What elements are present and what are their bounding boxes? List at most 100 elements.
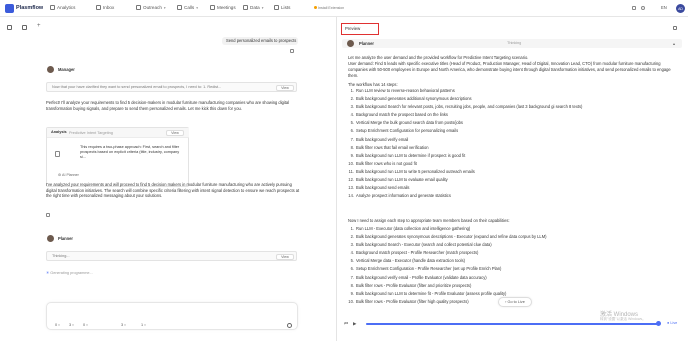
copy-icon[interactable] xyxy=(290,49,294,53)
planner-avatar xyxy=(47,235,54,242)
manager-reply-text: Perfect! I'll analyze your requirements … xyxy=(46,100,290,111)
composer-control[interactable]: 0 ▾ xyxy=(55,323,60,327)
arrow-right-icon: › xyxy=(505,300,507,304)
app-logo-icon[interactable] xyxy=(5,4,14,13)
agent-name: Planner xyxy=(359,40,375,46)
nav-item-calls[interactable]: Calls ▾ xyxy=(177,5,198,10)
workflow-step: 12. Bulk background run LLM to evaluate e… xyxy=(348,177,448,183)
top-navigation-bar: Plasmflow Analytics Inbox Outreach ▾ Cal… xyxy=(0,0,688,17)
manager-avatar xyxy=(47,66,54,73)
composer-control[interactable]: 3 ▾ xyxy=(69,323,74,327)
chevron-down-icon: ▾ xyxy=(196,5,198,10)
workflow-step: 14. Analyze prospect information and gene… xyxy=(348,193,451,199)
intro-line: them. xyxy=(348,73,359,78)
playback-progress-track[interactable] xyxy=(366,323,660,325)
workflow-step: 8. Bulk filter rows that fail email verif… xyxy=(350,144,429,150)
nav-item-label: Lists xyxy=(281,5,291,10)
playback-handle[interactable] xyxy=(656,321,661,326)
manager-view-button[interactable]: View xyxy=(276,84,294,91)
watermark-subtitle: 转到"设置"以激活 Windows。 xyxy=(600,317,646,321)
nav-item-data[interactable]: Data ▾ xyxy=(243,5,263,10)
inbox-icon xyxy=(96,5,101,10)
workflow-step: 10. Bulk filter rows who is not good fit xyxy=(348,160,417,166)
user-message-bubble: Send personalized emails to prospects xyxy=(222,37,298,45)
team-step: 2. Bulk background generates synonymous d… xyxy=(350,234,547,240)
nav-item-outreach[interactable]: Outreach ▾ xyxy=(136,5,166,10)
composer-control[interactable]: 3 ▾ xyxy=(121,323,126,327)
analysis-subtitle: ⚙ AI Planner xyxy=(58,173,79,177)
send-icon[interactable] xyxy=(287,323,292,328)
planner-view-button[interactable]: View xyxy=(276,253,294,260)
chevron-down-icon: ▾ xyxy=(163,5,166,10)
install-extension-badge[interactable]: Install Extension xyxy=(314,6,344,10)
planner-avatar xyxy=(347,40,354,47)
workflow-step: 13. Bulk background send emails xyxy=(348,185,410,191)
generating-status: ✳ Generating programme... xyxy=(46,271,93,275)
chevron-up-icon[interactable]: ▴ xyxy=(673,41,675,46)
analysis-view-button[interactable]: View xyxy=(166,130,184,136)
app-name[interactable]: Plasmflow xyxy=(16,5,43,11)
team-assignments: 1. Run LLM - Executor (data collection an… xyxy=(344,225,679,306)
copy-icon[interactable] xyxy=(46,213,50,217)
nav-item-label: Analytics xyxy=(57,5,76,10)
team-step: 3. Bulk background Search - Executor (sea… xyxy=(350,242,492,248)
sidebar-toggle-icon[interactable] xyxy=(7,25,12,30)
analysis-description: This requires a two-phase approach: Firs… xyxy=(80,145,180,159)
database-icon xyxy=(243,5,248,10)
nav-item-analytics[interactable]: Analytics xyxy=(50,5,75,10)
workflow-intro: Let me analyze the user demand and the p… xyxy=(348,55,683,88)
composer-control[interactable]: 0 ▾ xyxy=(83,323,88,327)
calendar-icon xyxy=(210,5,215,10)
agent-status: Thinking xyxy=(507,41,522,45)
planner-status-card: Thinking... View xyxy=(46,251,297,261)
workflow-step: 3. Bulk background Search for relevant po… xyxy=(350,104,583,110)
planner-name: Planner xyxy=(58,236,74,241)
user-avatar[interactable]: AD xyxy=(676,4,685,13)
team-intro: Now I need to assign each step to approp… xyxy=(348,218,510,223)
nav-item-label: Inbox xyxy=(103,5,115,10)
new-chat-icon[interactable]: + xyxy=(37,23,41,29)
manager-quote-card: Now that your have clarified they want t… xyxy=(46,82,297,92)
agent-header: Planner Thinking ▴ xyxy=(342,39,682,48)
workflow-step: 4. Background match the prospect based on… xyxy=(350,112,448,118)
team-step: 6. Setup Enrichment Configuration - Profi… xyxy=(350,266,502,272)
message-composer[interactable]: 0 ▾ 3 ▾ 0 ▾ 3 ▾ 1 ▾ xyxy=(46,302,298,330)
team-step: 7. Bulk background verify email - Profile… xyxy=(350,274,487,280)
composer-control[interactable]: 1 ▾ xyxy=(141,323,146,327)
go-to-live-button[interactable]: › Go to Live xyxy=(498,297,532,307)
preview-panel: Preview Planner Thinking ▴ Let me analyz… xyxy=(338,17,688,341)
manager-name: Manager xyxy=(58,67,75,72)
planner-status-text: Thinking... xyxy=(52,254,70,258)
analytics-icon xyxy=(50,5,55,10)
help-icon[interactable] xyxy=(641,6,645,10)
nav-item-lists[interactable]: Lists xyxy=(274,5,290,10)
language-switch[interactable]: EN xyxy=(661,5,667,10)
workflow-step: 2. Bulk background generates additional s… xyxy=(350,96,472,102)
workflow-step: 9. Bulk background run LLM to determine i… xyxy=(350,152,466,158)
team-step: 5. Vertical Merge data - Executor (handle… xyxy=(350,258,465,264)
nav-item-meetings[interactable]: Meetings xyxy=(210,5,236,10)
history-icon[interactable] xyxy=(22,25,27,30)
bell-icon[interactable] xyxy=(632,6,636,10)
close-icon[interactable] xyxy=(673,26,677,30)
chat-panel: + Send personalized emails to prospects … xyxy=(0,17,337,341)
nav-item-label: Data xyxy=(250,5,260,10)
workflow-step: 5. Vertical Merge the bulk ground search … xyxy=(350,120,463,126)
play-icon[interactable]: ▶ xyxy=(353,321,356,327)
workflow-steps: 1. Run LLM review to reverse-reason behav… xyxy=(344,87,679,200)
phone-icon xyxy=(177,5,182,10)
chevron-down-icon: ▾ xyxy=(261,5,264,10)
tab-preview[interactable]: Preview xyxy=(341,23,379,35)
team-step: 8. Bulk filter rows - Profile Evaluator (… xyxy=(350,282,472,288)
planner-icon: ⚙ xyxy=(58,173,62,177)
nav-item-label: Calls xyxy=(184,5,195,10)
workflow-step: 11. Bulk background run LLM to write 5 pe… xyxy=(348,168,475,174)
spinner-icon: ✳ xyxy=(46,271,50,275)
workflow-step: 1. Run LLM review to reverse-reason behav… xyxy=(350,88,455,93)
team-step: 4. Background match prospect - Profile Re… xyxy=(350,250,479,256)
nav-item-inbox[interactable]: Inbox xyxy=(96,5,114,10)
workflow-step: 7. Bulk background verify email xyxy=(350,136,409,142)
analysis-title: Predictive Intent Targeting xyxy=(69,130,113,135)
analysis-card: Analysis Predictive Intent Targeting Vie… xyxy=(46,127,189,187)
skip-back-icon[interactable]: ⏮ xyxy=(344,321,348,326)
